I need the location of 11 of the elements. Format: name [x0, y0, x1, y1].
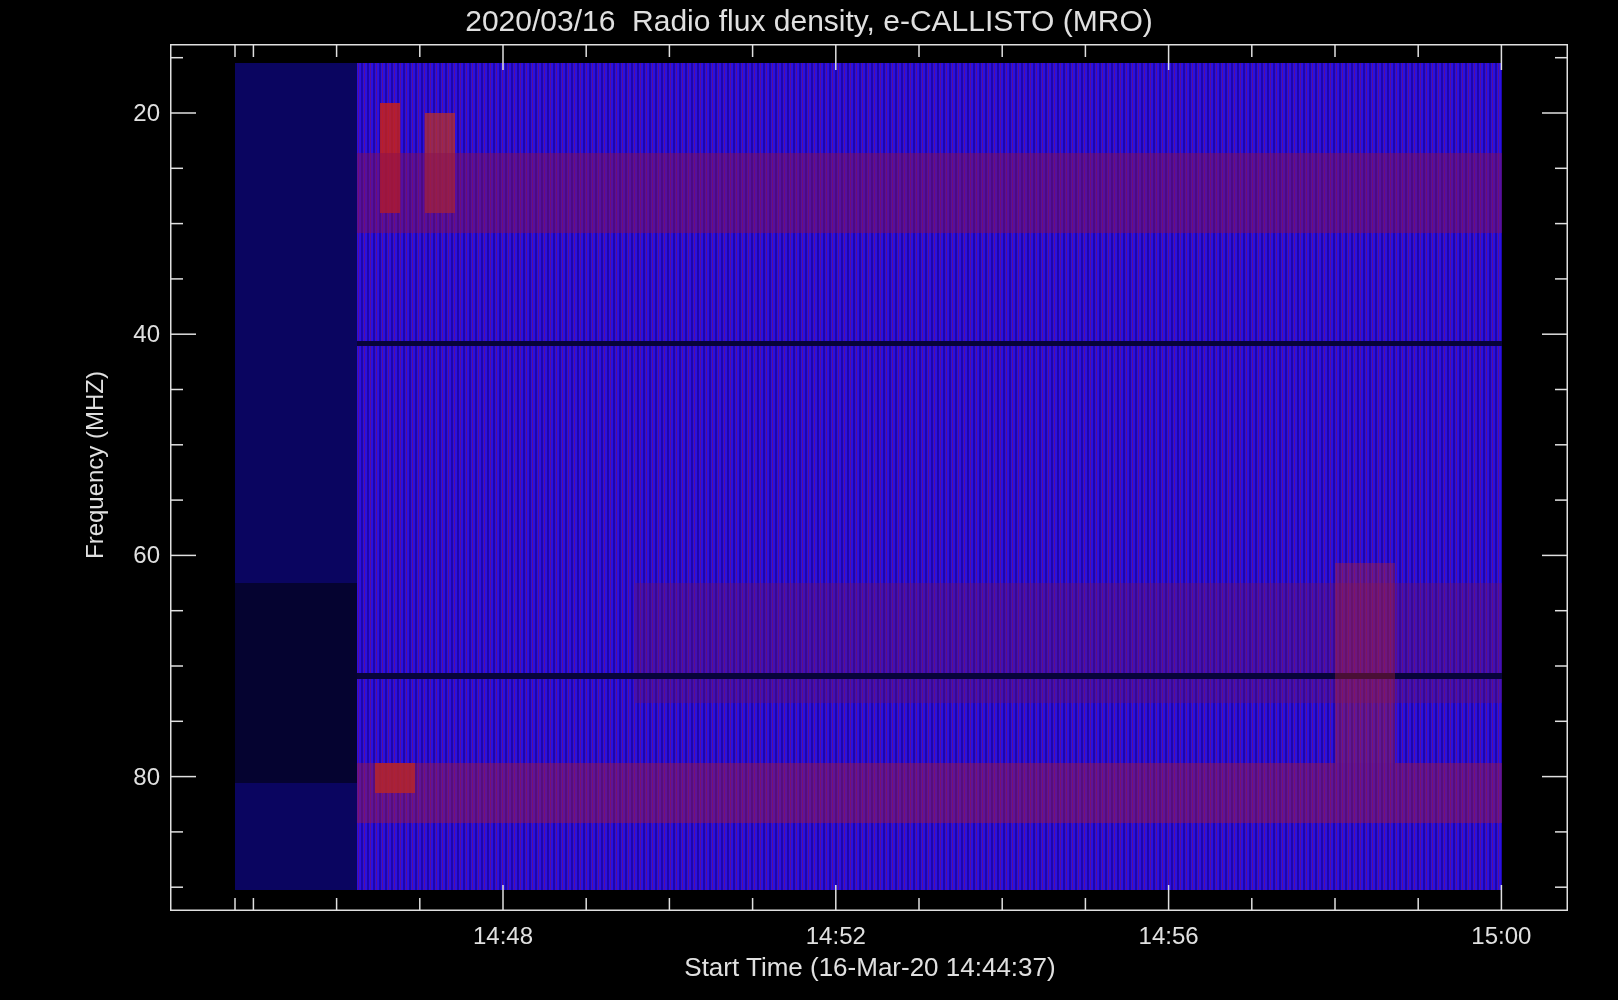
x-tick-label: 14:56	[1137, 922, 1200, 950]
x-tick-label: 15:00	[1470, 922, 1533, 950]
y-tick-label: 40	[132, 320, 160, 349]
y-tick-label: 20	[132, 99, 160, 127]
y-axis-label: Frequency (MHZ)	[81, 370, 109, 561]
y-tick-label: 60	[132, 541, 160, 570]
chart-title: 2020/03/16 Radio flux density, e-CALLISTO (MRO)	[465, 3, 1153, 39]
x-tick-label: 14:52	[804, 922, 867, 950]
y-tick-label: 80	[132, 762, 160, 791]
x-tick-label: 14:48	[471, 922, 535, 950]
x-axis-label: Start Time (16-Mar-20 14:44:37)	[684, 951, 1056, 983]
